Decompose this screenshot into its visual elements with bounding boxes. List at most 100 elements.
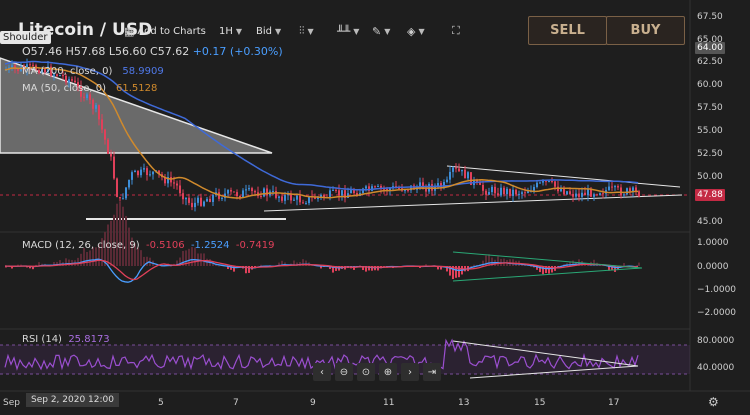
candle-body <box>596 194 598 196</box>
pen-icon: ✎ <box>372 24 382 38</box>
rsi-label: RSI (14) <box>22 334 62 345</box>
candle-body <box>335 189 337 191</box>
layers-dropdown[interactable]: ◈ ▼ <box>407 21 425 41</box>
candle-body <box>398 188 400 190</box>
candle-body <box>137 170 139 176</box>
chevron-down-icon: ▼ <box>384 26 391 36</box>
gear-icon[interactable]: ⚙ <box>708 395 719 409</box>
candle-body <box>212 195 214 202</box>
macd-histogram-bar <box>119 201 121 266</box>
legend-ma200[interactable]: MA (200, close, 0) 58.9909 <box>22 66 164 77</box>
candle-body <box>332 189 334 191</box>
rsi-legend[interactable]: RSI (14) 25.8173 <box>22 334 110 345</box>
macd-histogram-bar <box>623 262 625 266</box>
indicators-icon: ╨╨ <box>337 24 351 38</box>
macd-trend-lower <box>452 267 643 282</box>
ohlc-change: +0.17 (+0.30%) <box>192 45 283 58</box>
candle-body <box>128 179 130 188</box>
candle-body <box>272 190 274 192</box>
interval-dropdown[interactable]: 1H ▼ <box>219 21 242 41</box>
candle-body <box>230 190 232 192</box>
candle-body <box>182 193 184 200</box>
candle-body <box>515 189 517 195</box>
candle-body <box>539 182 541 184</box>
candle-body <box>176 183 178 186</box>
candle-body <box>602 193 604 195</box>
candle-body <box>617 186 619 188</box>
candle-body <box>581 192 583 197</box>
chevron-down-icon: ▼ <box>275 26 282 36</box>
buy-button[interactable]: BUY <box>606 16 685 45</box>
candle-body <box>131 172 133 180</box>
macd-value-1: -0.5106 <box>145 240 185 251</box>
rsi-tick: 40.0000 <box>697 363 735 373</box>
candle-body <box>437 183 439 186</box>
add-to-charts-button[interactable]: ▦ Add to Charts <box>124 21 206 41</box>
price-type-dropdown[interactable]: Bid ▼ <box>256 21 281 41</box>
candle-body <box>503 187 505 195</box>
candle-body <box>245 189 247 191</box>
shoulder-annotation-tag[interactable]: Shoulder <box>0 31 51 44</box>
chevron-down-icon: ▼ <box>235 26 243 36</box>
candle-body <box>296 195 298 200</box>
drawing-tools-dropdown[interactable]: ✎ ▼ <box>372 21 390 41</box>
candle-body <box>236 192 238 197</box>
candle-body <box>173 182 175 184</box>
candle-body <box>263 188 265 197</box>
macd-histogram-bar <box>203 253 205 266</box>
chart-type-dropdown[interactable]: ⫶⫶ ▼ <box>299 21 314 41</box>
x-tick: 15 <box>534 398 546 408</box>
ohlc-readout: O57.46 H57.68 L56.60 C57.62 +0.17 (+0.30… <box>22 45 283 58</box>
zoom-out-icon[interactable]: ⊖ <box>335 363 353 381</box>
candle-body <box>488 192 490 195</box>
macd-histogram-bar <box>122 206 124 266</box>
candle-body <box>551 180 553 182</box>
candle-body <box>11 65 13 68</box>
x-tick: 7 <box>233 398 239 408</box>
macd-histogram-bar <box>86 251 88 266</box>
zoom-in-icon[interactable]: ⊕ <box>379 363 397 381</box>
price-tick: 45.00 <box>697 217 723 227</box>
candle-body <box>116 178 118 198</box>
candle-body <box>188 197 190 203</box>
add-chart-icon: ▦ <box>124 24 135 38</box>
candle-body <box>152 171 154 175</box>
price-chart-canvas[interactable] <box>0 0 750 415</box>
candle-body <box>233 191 235 193</box>
chart-root[interactable]: Litecoin / USD Shoulder ▦ Add to Charts … <box>0 0 750 415</box>
chevron-right-icon[interactable]: › <box>401 363 419 381</box>
candle-body <box>404 190 406 192</box>
zoom-reset-icon[interactable]: ⊙ <box>357 363 375 381</box>
fullscreen-button[interactable]: ⛶ <box>452 21 460 41</box>
sell-button[interactable]: SELL <box>528 16 607 45</box>
price-badge-top: 64.00 <box>695 42 725 54</box>
candle-body <box>629 188 631 192</box>
candle-body <box>497 193 499 196</box>
candle-body <box>620 187 622 196</box>
candle-body <box>251 188 253 192</box>
x-tick: Sep <box>3 398 20 408</box>
candle-body <box>104 129 106 140</box>
candle-body <box>338 190 340 196</box>
candle-body <box>113 156 115 179</box>
jump-end-icon[interactable]: ⇥ <box>423 363 441 381</box>
ma50-label: MA (50, close, 0) <box>22 83 107 94</box>
chart-navigation: ‹ ⊖ ⊙ ⊕ › ⇥ <box>313 363 441 381</box>
ohlc-low: L56.60 <box>108 45 147 58</box>
macd-value-3: -0.7419 <box>235 240 275 251</box>
macd-legend[interactable]: MACD (12, 26, close, 9) -0.5106 -1.2524 … <box>22 240 275 251</box>
candle-body <box>143 168 145 170</box>
legend-ma50[interactable]: MA (50, close, 0) 61.5128 <box>22 83 157 94</box>
indicators-dropdown[interactable]: ╨╨ ▼ <box>337 21 359 41</box>
macd-label: MACD (12, 26, close, 9) <box>22 240 140 251</box>
candle-body <box>185 197 187 200</box>
candle-body <box>566 191 568 195</box>
chevron-left-icon[interactable]: ‹ <box>313 363 331 381</box>
candle-body <box>134 170 136 173</box>
candle-body <box>140 169 142 176</box>
price-tick: 57.50 <box>697 103 723 113</box>
fullscreen-icon: ⛶ <box>452 24 460 37</box>
candle-body <box>548 180 550 182</box>
candle-body <box>293 199 295 201</box>
candle-body <box>527 191 529 194</box>
